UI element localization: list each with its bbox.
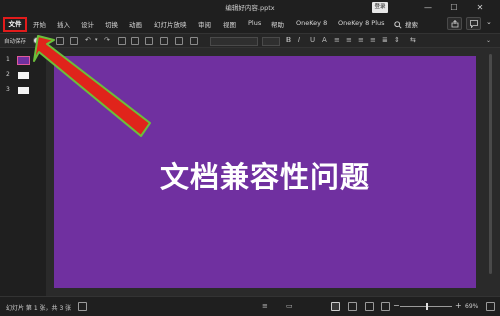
tab-onekey8[interactable]: OneKey 8 bbox=[296, 19, 327, 27]
tab-view[interactable]: 视图 bbox=[223, 19, 236, 29]
outline-color-icon[interactable] bbox=[190, 37, 198, 45]
slide-number: 3 bbox=[6, 86, 10, 93]
scrollbar-thumb[interactable] bbox=[489, 54, 492, 274]
normal-view-icon[interactable] bbox=[331, 302, 340, 311]
text-direction-icon[interactable]: ⇆ bbox=[410, 36, 416, 45]
slide-preview[interactable] bbox=[18, 72, 29, 79]
arrange-icon[interactable] bbox=[160, 37, 168, 45]
zoom-out-button[interactable]: − bbox=[393, 301, 400, 310]
slide-thumbnails-panel: 1 2 3 bbox=[0, 48, 46, 296]
share-icon bbox=[451, 20, 459, 28]
tab-plus[interactable]: Plus bbox=[248, 19, 261, 27]
tab-search[interactable]: 搜索 bbox=[405, 19, 418, 29]
line-spacing-icon[interactable]: ⇕ bbox=[394, 36, 400, 45]
autosave-toggle[interactable] bbox=[33, 37, 45, 44]
tab-design[interactable]: 设计 bbox=[81, 19, 94, 29]
align-center-icon[interactable]: ≡ bbox=[358, 36, 364, 45]
ribbon-collapse-icon[interactable]: ⌄ bbox=[486, 18, 492, 26]
accessibility-icon[interactable] bbox=[78, 302, 87, 311]
tab-insert[interactable]: 插入 bbox=[57, 19, 70, 29]
zoom-slider-thumb[interactable] bbox=[426, 303, 428, 310]
bold-icon[interactable]: 𝐁 bbox=[286, 36, 291, 45]
slide-title[interactable]: 文档兼容性问题 bbox=[54, 154, 476, 196]
vertical-scrollbar[interactable] bbox=[488, 54, 493, 290]
autosave-label: 自动保存 bbox=[4, 39, 27, 45]
login-button[interactable]: 登录 bbox=[372, 2, 388, 13]
shapes-icon[interactable] bbox=[145, 37, 153, 45]
slide-counter: 幻灯片 第 1 张，共 3 张 bbox=[6, 305, 72, 312]
maximize-button[interactable]: ☐ bbox=[446, 1, 462, 14]
search-icon[interactable] bbox=[394, 21, 402, 29]
zoom-level[interactable]: 69% bbox=[465, 303, 478, 310]
slide-preview[interactable] bbox=[18, 87, 29, 94]
quick-access-toolbar: 自动保存 ↶ ▾ ↷ 𝐁 𝐼 U A ≡ ≡ ≡ ≡ ≣ ⇕ ⇆ ⌄ bbox=[0, 33, 500, 48]
tab-slideshow[interactable]: 幻灯片放映 bbox=[154, 19, 187, 29]
tab-home[interactable]: 开始 bbox=[33, 19, 46, 29]
slide-number: 2 bbox=[6, 71, 10, 78]
notes-icon[interactable]: ≡ bbox=[262, 302, 268, 311]
status-bar: 幻灯片 第 1 张，共 3 张 ≡ ▭ − + 69% bbox=[0, 296, 500, 316]
comments-status-icon[interactable]: ▭ bbox=[286, 302, 293, 311]
more-commands-icon[interactable]: ⌄ bbox=[486, 36, 491, 45]
italic-icon[interactable]: 𝐼 bbox=[298, 36, 300, 45]
fit-to-window-icon[interactable] bbox=[486, 302, 495, 311]
minimize-button[interactable]: — bbox=[420, 1, 436, 14]
title-bar: 编辑好内容.pptx 登录 — ☐ ✕ bbox=[0, 0, 500, 16]
slide-preview[interactable] bbox=[17, 56, 30, 65]
slide-canvas: 文档兼容性问题 bbox=[46, 48, 500, 296]
share-button[interactable] bbox=[447, 17, 462, 30]
ribbon-tabs: 文件 开始 插入 设计 切换 动画 幻灯片放映 审阅 视图 Plus 帮助 On… bbox=[0, 16, 500, 33]
align-right-icon[interactable]: ≡ bbox=[370, 36, 376, 45]
slide[interactable]: 文档兼容性问题 bbox=[54, 56, 476, 288]
zoom-in-button[interactable]: + bbox=[455, 301, 462, 310]
increase-font-icon[interactable]: A bbox=[322, 36, 327, 45]
tab-transitions[interactable]: 切换 bbox=[105, 19, 118, 29]
bullets-icon[interactable]: ≡ bbox=[334, 36, 340, 45]
save-icon[interactable] bbox=[56, 37, 64, 45]
tab-help[interactable]: 帮助 bbox=[271, 19, 284, 29]
undo-dropdown-icon[interactable]: ▾ bbox=[95, 36, 98, 45]
tab-onekey8-plus[interactable]: OneKey 8 Plus bbox=[338, 19, 385, 27]
close-button[interactable]: ✕ bbox=[472, 1, 488, 14]
comments-button[interactable] bbox=[466, 17, 481, 30]
format-painter-icon[interactable] bbox=[118, 37, 126, 45]
slideshow-view-icon[interactable] bbox=[381, 302, 390, 311]
tab-review[interactable]: 审阅 bbox=[198, 19, 211, 29]
comment-icon bbox=[470, 20, 478, 28]
redo-icon[interactable]: ↷ bbox=[104, 36, 110, 45]
reading-view-icon[interactable] bbox=[365, 302, 374, 311]
new-slide-icon[interactable] bbox=[70, 37, 78, 45]
underline-icon[interactable]: U bbox=[310, 36, 315, 45]
slide-number: 1 bbox=[6, 56, 10, 63]
start-slideshow-icon[interactable] bbox=[131, 37, 139, 45]
font-size-field[interactable] bbox=[262, 37, 280, 46]
align-left-icon[interactable]: ≡ bbox=[346, 36, 352, 45]
fill-color-icon[interactable] bbox=[175, 37, 183, 45]
undo-icon[interactable]: ↶ bbox=[85, 36, 91, 45]
font-name-field[interactable] bbox=[210, 37, 258, 46]
tab-animations[interactable]: 动画 bbox=[129, 19, 142, 29]
justify-icon[interactable]: ≣ bbox=[382, 36, 388, 45]
tab-file[interactable]: 文件 bbox=[3, 17, 27, 32]
slide-sorter-icon[interactable] bbox=[348, 302, 357, 311]
